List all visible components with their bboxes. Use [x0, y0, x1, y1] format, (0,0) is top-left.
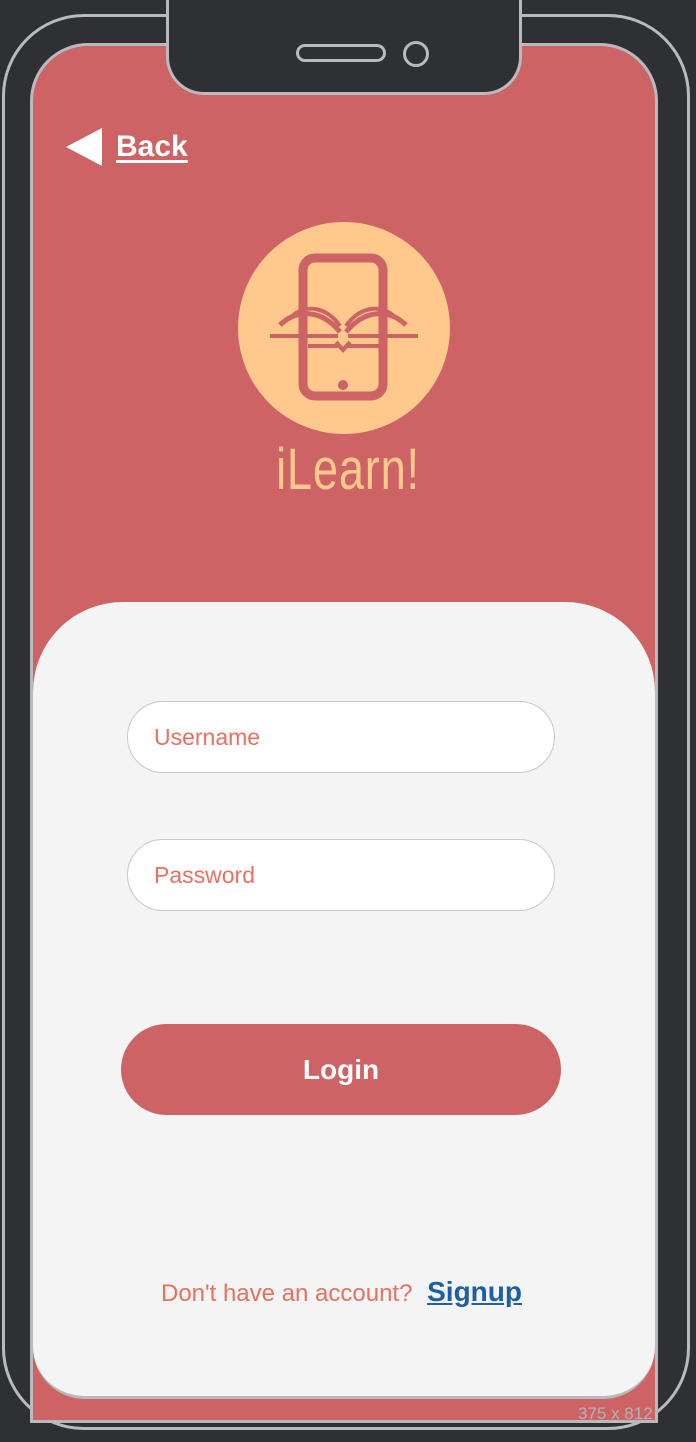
phone-with-open-book-icon: [270, 253, 418, 401]
app-logo: [238, 222, 450, 434]
password-input[interactable]: [127, 839, 555, 911]
back-arrow-icon: [66, 128, 102, 166]
app-name: iLearn!: [276, 437, 420, 502]
signup-prompt: Don't have an account?: [161, 1280, 413, 1307]
login-button[interactable]: Login: [121, 1024, 561, 1115]
signup-row: Don't have an account? Signup: [0, 1276, 683, 1308]
username-input[interactable]: [127, 701, 555, 773]
back-label: Back: [116, 130, 188, 163]
camera-icon: [403, 41, 429, 67]
speaker-icon: [296, 44, 386, 62]
back-button[interactable]: Back: [66, 128, 188, 166]
signup-link[interactable]: Signup: [427, 1276, 522, 1307]
device-size-label: 375 x 812: [578, 1404, 653, 1423]
